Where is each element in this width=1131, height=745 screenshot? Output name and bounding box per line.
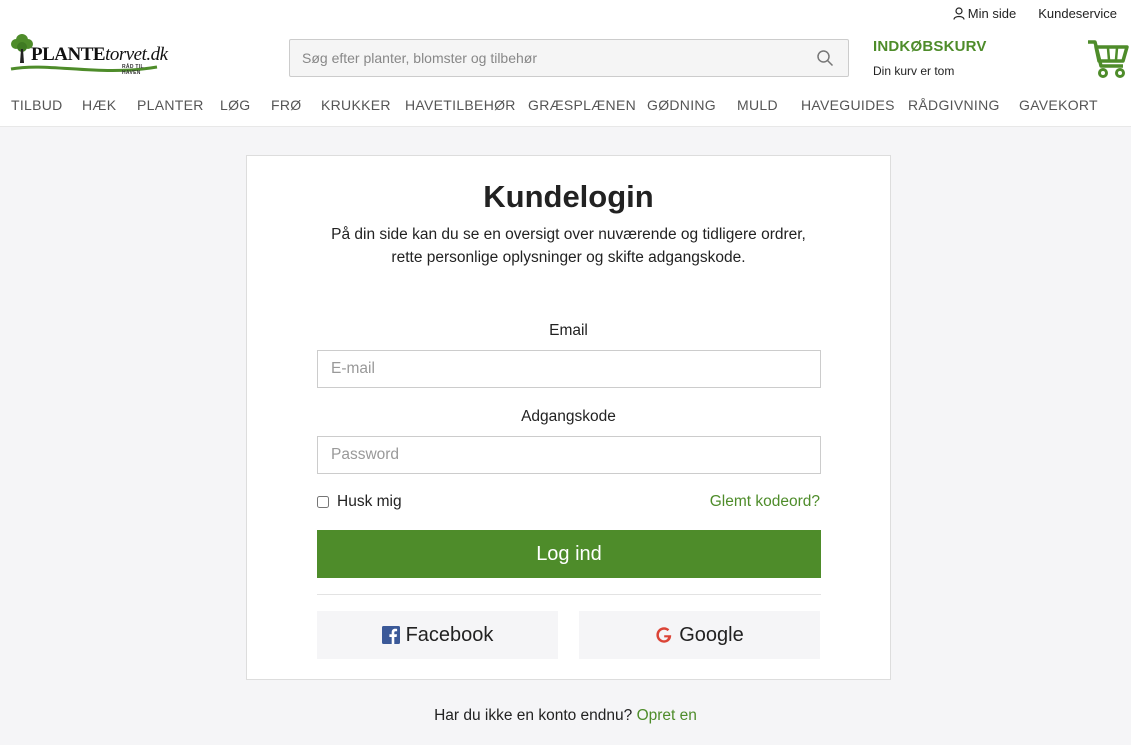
my-page-link[interactable]: Min side [953,6,1016,21]
email-field-wrapper [317,350,821,388]
google-login-button[interactable]: Google [579,611,820,659]
email-label: Email [549,322,588,339]
login-card: Kundelogin På din side kan du se en over… [246,155,891,680]
cart-title[interactable]: INDKØBSKURV [873,38,987,55]
user-icon [953,7,965,20]
divider [317,594,821,595]
customer-service-link[interactable]: Kundeservice [1038,6,1117,21]
nav-item-graesplaenen[interactable]: GRÆSPLÆNEN [528,97,636,113]
facebook-login-button[interactable]: Facebook [317,611,558,659]
nav-item-tilbud[interactable]: TILBUD [11,97,63,113]
search-input[interactable] [290,40,848,76]
facebook-icon [381,626,400,644]
google-label: Google [679,623,744,646]
search-icon[interactable] [816,49,834,67]
nav-item-gavekort[interactable]: GAVEKORT [1019,97,1098,113]
password-label: Adgangskode [521,408,616,425]
nav-item-radgivning[interactable]: RÅDGIVNING [908,97,1000,113]
logo-tagline: RÅD TIL HAVEN [122,64,144,76]
nav-item-log[interactable]: LØG [220,97,250,113]
email-field[interactable] [318,351,820,387]
login-button[interactable]: Log ind [317,530,821,578]
remember-me[interactable]: Husk mig [317,493,402,511]
remember-me-checkbox[interactable] [317,496,329,508]
main-nav: TILBUD HÆK PLANTER LØG FRØ KRUKKER HAVET… [0,97,1131,121]
site-header: Min side Kundeservice PLANTEtorvet.dk RÅ… [0,0,1131,127]
google-icon [656,627,672,643]
password-field-wrapper [317,436,821,474]
signup-link[interactable]: Opret en [637,707,697,724]
nav-item-muld[interactable]: MULD [737,97,778,113]
nav-item-planter[interactable]: PLANTER [137,97,204,113]
password-field[interactable] [318,437,820,473]
facebook-label: Facebook [405,623,494,646]
nav-item-haveguides[interactable]: HAVEGUIDES [801,97,895,113]
forgot-password-link[interactable]: Glemt kodeord? [710,493,820,511]
cart-status: Din kurv er tom [873,64,955,78]
nav-item-havetilbehor[interactable]: HAVETILBEHØR [405,97,516,113]
shopping-cart-icon[interactable] [1087,39,1129,79]
nav-item-krukker[interactable]: KRUKKER [321,97,391,113]
nav-item-fro[interactable]: FRØ [271,97,301,113]
nav-item-haek[interactable]: HÆK [82,97,116,113]
utility-links: Min side Kundeservice [953,6,1117,21]
signup-prompt: Har du ikke en konto endnu? Opret en [434,707,697,724]
page-title: Kundelogin [483,179,654,214]
my-page-label: Min side [967,6,1017,21]
remember-me-label: Husk mig [337,493,402,510]
logo-wordmark: PLANTEtorvet.dk [31,44,168,65]
site-logo[interactable]: PLANTEtorvet.dk RÅD TIL HAVEN [9,33,168,76]
search-box [289,39,849,77]
nav-item-godning[interactable]: GØDNING [647,97,716,113]
login-description: På din side kan du se en oversigt over n… [331,226,806,266]
